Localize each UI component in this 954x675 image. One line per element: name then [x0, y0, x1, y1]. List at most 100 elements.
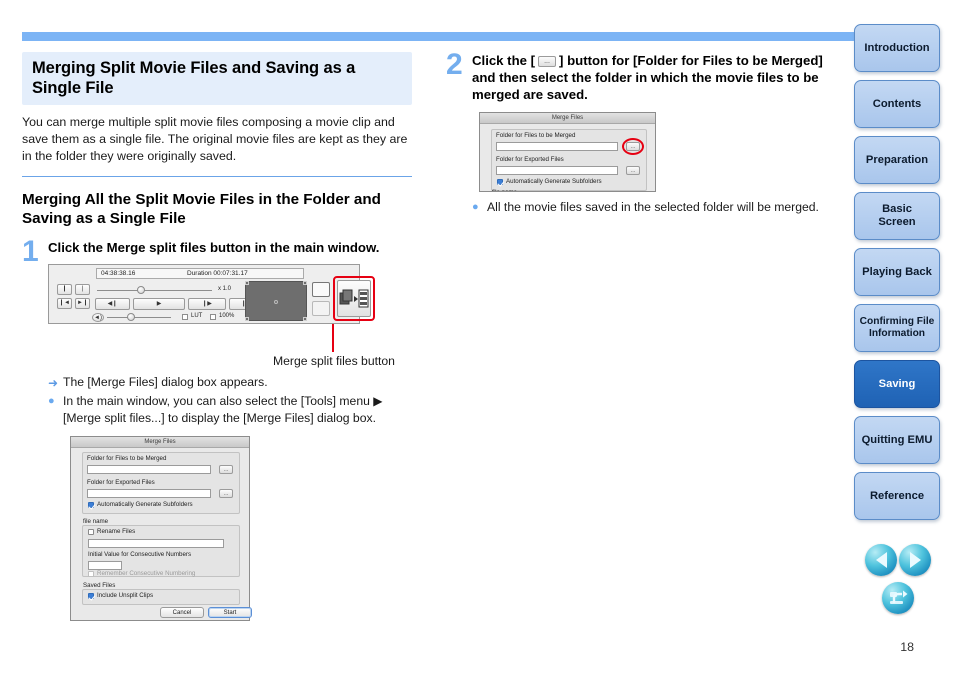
preview-corner-tl [245, 280, 249, 285]
intro-paragraph: You can merge multiple split movie files… [22, 115, 408, 163]
sidebar-item-label: Basic Screen [878, 203, 916, 228]
step-2-bullets: ● All the movie files saved in the selec… [472, 199, 836, 216]
sidebar-item-playing-back[interactable]: Playing Back [854, 248, 940, 296]
bullet-dot-icon: ● [472, 201, 479, 214]
merge-files-dialog-screenshot: Merge Files Folder for Files to be Merge… [70, 435, 252, 621]
bullet-item: ● All the movie files saved in the selec… [472, 199, 836, 216]
sidebar-item-reference[interactable]: Reference [854, 472, 940, 520]
start-button[interactable]: Start [208, 606, 252, 618]
bullet-item: ● In the main window, you can also selec… [48, 393, 412, 427]
include-unsplit-label: Include Unsplit Clips [97, 591, 154, 599]
volume-icon[interactable]: ◄) [92, 312, 104, 322]
goto-out-button[interactable]: ►❙ [75, 297, 90, 309]
goto-in-button[interactable]: ❙◄ [57, 297, 72, 309]
page-title: Merging Split Movie Files and Saving as … [32, 59, 356, 98]
next-frame-button[interactable]: ❙▶ [188, 297, 226, 310]
zoom-checkbox[interactable] [210, 313, 216, 320]
step-2-number: 2 [446, 48, 463, 81]
remember-numbering-checkbox[interactable] [88, 570, 94, 577]
folder-merged-browse-button[interactable]: ... [219, 464, 233, 474]
sidebar-item-label: Quitting EMU [861, 433, 933, 446]
step-1: 1 Click the Merge split files button in … [22, 234, 412, 621]
folder-export-input[interactable] [87, 488, 211, 498]
step-1-title: Click the Merge split files button in th… [48, 239, 380, 255]
preview-corner-bl [245, 316, 249, 321]
sidebar-item-confirming-file-information[interactable]: Confirming File Information [854, 304, 940, 352]
previous-page-button[interactable] [865, 544, 897, 576]
mark-out-button[interactable]: ❘ [75, 283, 90, 295]
return-button[interactable] [882, 582, 914, 614]
bullet-text: In the main window, you can also select … [63, 394, 383, 426]
speed-slider-knob[interactable] [137, 285, 145, 294]
sidebar-item-label: Confirming File Information [859, 316, 935, 339]
preview-corner-br [303, 316, 307, 321]
callout-group: Merge split files button [48, 323, 412, 368]
folder-merged-label: Folder for Files to be Merged [496, 132, 576, 140]
initial-value-input[interactable] [88, 560, 122, 570]
sidebar-item-saving[interactable]: Saving [854, 360, 940, 408]
export-still-icon[interactable] [312, 281, 330, 297]
timecode-value: 04:38:38.16 [101, 269, 136, 277]
auto-subfolders-label: Automatically Generate Subfolders [506, 178, 602, 186]
timecode-display: 04:38:38.16 Duration 00:07:31.17 [96, 267, 304, 279]
auto-subfolders-checkbox[interactable] [88, 501, 94, 508]
next-page-button[interactable] [899, 544, 931, 576]
auto-subfolders-checkbox[interactable] [497, 179, 503, 186]
sidebar-item-label: Playing Back [862, 265, 932, 278]
sidebar-item-label: Reference [869, 489, 925, 502]
include-unsplit-checkbox[interactable] [88, 592, 94, 599]
export-movie-icon[interactable] [312, 300, 330, 316]
bullet-item: ➜ The [Merge Files] dialog box appears. [48, 374, 412, 392]
speed-slider-track[interactable] [97, 289, 212, 291]
folder-export-browse-button[interactable]: ... [219, 488, 233, 498]
rename-files-label: Rename Files [97, 527, 136, 535]
page-number: 18 [900, 640, 914, 654]
right-column: 2 Click the [...] button for [Folder for… [446, 48, 836, 216]
initial-value-label: Initial Value for Consecutive Numbers [88, 550, 192, 558]
callout-label: Merge split files button [273, 353, 395, 368]
page-navigation [854, 544, 940, 622]
callout-leader-line [332, 323, 334, 352]
saved-files-group-label: Saved Files [83, 581, 116, 589]
sidebar-item-contents[interactable]: Contents [854, 80, 940, 128]
sidebar-item-label: Contents [872, 97, 922, 110]
preview-thumbnail [245, 280, 307, 321]
sidebar-item-quitting-emu[interactable]: Quitting EMU [854, 416, 940, 464]
section-divider [22, 176, 412, 178]
remember-numbering-label: Remember Consecutive Numbering [97, 569, 196, 577]
folder-merged-label: Folder for Files to be Merged [87, 454, 167, 462]
sidebar-item-preparation[interactable]: Preparation [854, 136, 940, 184]
preview-corner-tr [303, 280, 307, 285]
cancel-button[interactable]: Cancel [160, 606, 204, 618]
play-button[interactable]: ▶ [133, 297, 185, 310]
preview-center-dot [274, 299, 278, 304]
sidebar-item-introduction[interactable]: Introduction [854, 24, 940, 72]
mark-in-button[interactable]: ❙ [57, 283, 72, 295]
step-1-bullets: ➜ The [Merge Files] dialog box appears. … [48, 374, 412, 427]
volume-slider-track[interactable] [107, 316, 171, 318]
step-1-body: Click the Merge split files button in th… [22, 239, 412, 621]
step-2-title-part-a: Click the [ [472, 53, 536, 68]
lut-checkbox[interactable] [182, 313, 188, 320]
folder-export-browse-button[interactable]: ... [626, 166, 640, 176]
dialog-titlebar: Merge Files [71, 436, 249, 448]
file-name-group-label: file name [83, 517, 109, 525]
section-heading: Merging All the Split Movie Files in the… [22, 191, 381, 227]
page-title-box: Merging Split Movie Files and Saving as … [22, 52, 412, 106]
file-name-group-label: file name [492, 189, 517, 191]
browse-button-inline-icon: ... [538, 56, 557, 68]
bullet-dot-icon: ● [48, 395, 55, 408]
folder-merged-input[interactable] [87, 464, 211, 474]
step-2-title: Click the [...] button for [Folder for F… [472, 52, 836, 103]
folder-export-input[interactable] [496, 166, 618, 176]
sidebar-item-basic-screen[interactable]: Basic Screen [854, 192, 940, 240]
step-1-number: 1 [22, 234, 39, 268]
volume-slider-knob[interactable] [127, 312, 135, 321]
rename-files-checkbox[interactable] [88, 528, 94, 535]
arrow-left-icon [875, 552, 887, 568]
rename-pattern-input[interactable] [88, 538, 224, 548]
speed-value: x 1.0 [218, 285, 232, 292]
prev-frame-button[interactable]: ◀❙ [95, 297, 130, 310]
folder-merged-input[interactable] [496, 142, 618, 152]
bullet-text: All the movie files saved in the selecte… [487, 200, 819, 215]
